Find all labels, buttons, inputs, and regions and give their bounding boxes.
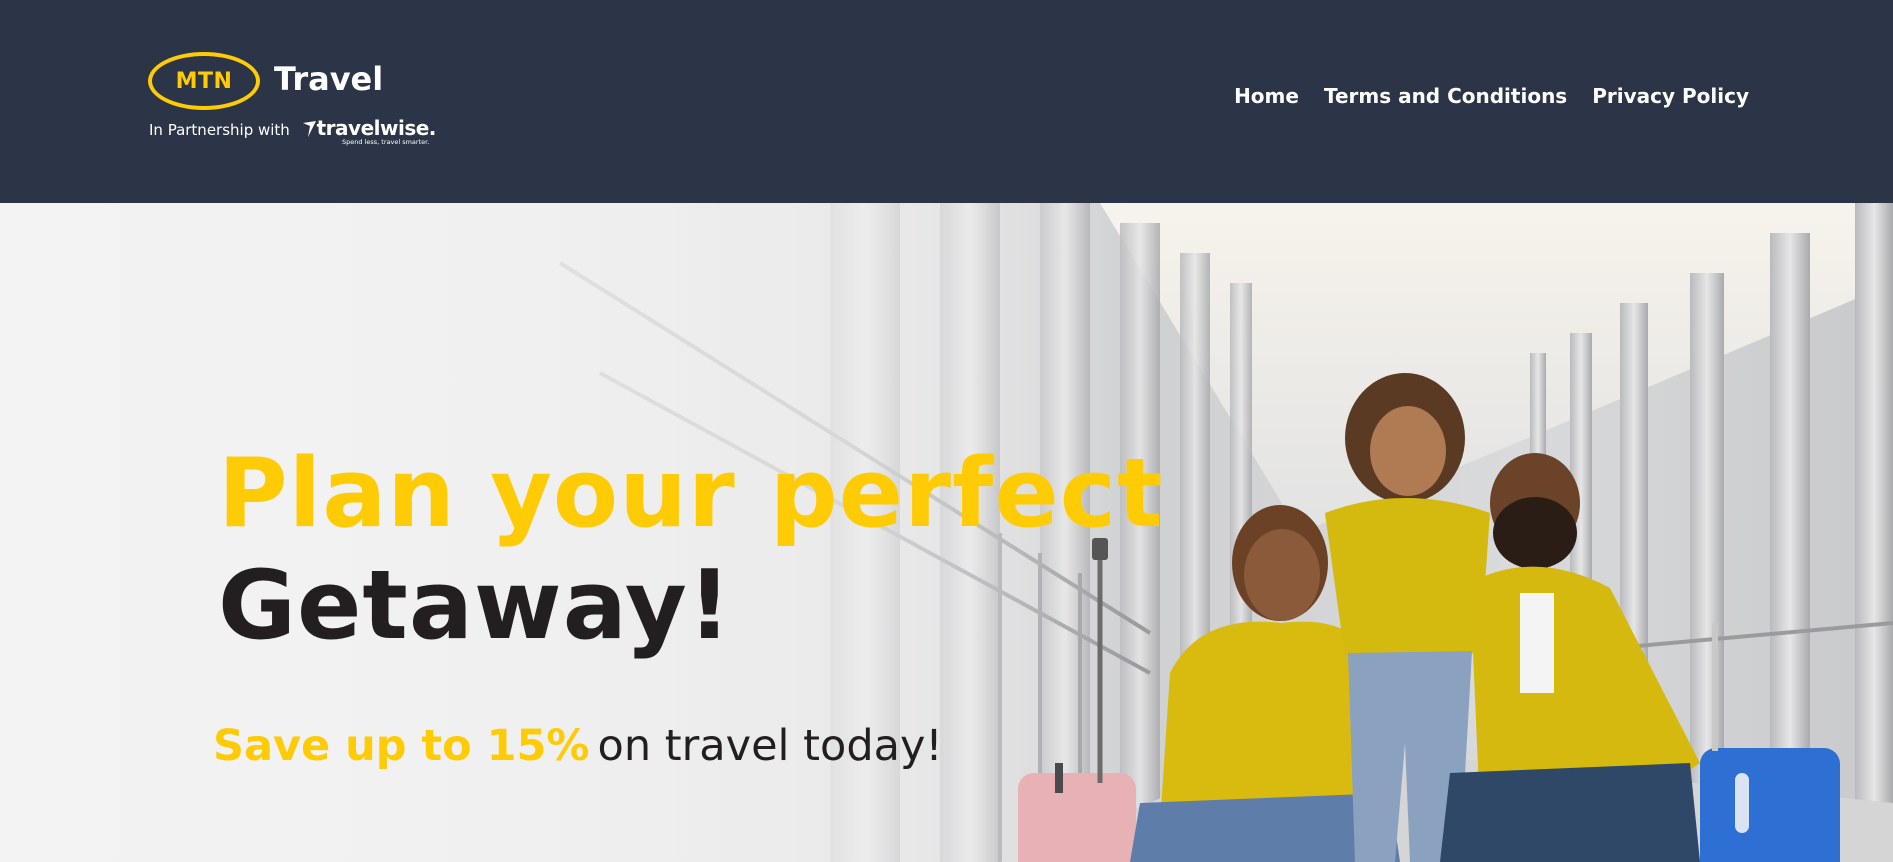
discount-highlight: Save up to 15% [213,721,590,771]
travelwise-tagline: Spend less, travel smarter. [342,138,430,146]
headline-line-1: Plan your perfect [218,439,1164,549]
partnership-line: In Partnership with travelwise. [149,116,436,140]
main-nav: Home Terms and Conditions Privacy Policy [1234,84,1749,108]
logo-product-name: Travel [274,60,384,98]
nav-home[interactable]: Home [1234,84,1299,108]
hero-banner: Plan your perfect Getaway! Save up to 15… [0,203,1893,862]
mtn-travel-logo[interactable]: MTN Travel In Partnership with travelwis… [148,50,436,150]
nav-terms-and-conditions[interactable]: Terms and Conditions [1324,84,1567,108]
travelwise-logo-icon [302,121,316,137]
travelwise-brand: travelwise. [316,116,437,140]
headline-line-2: Getaway! [218,551,733,661]
mtn-logo-icon: MTN [148,52,260,110]
subheadline-rest: on travel today! [597,721,943,771]
site-header: MTN Travel In Partnership with travelwis… [0,0,1893,203]
hero-headline: Plan your perfect Getaway! [218,438,1164,662]
mtn-logo-text: MTN [175,68,233,94]
hero-subheadline: Save up to 15% on travel today! [213,721,943,771]
partnership-text: In Partnership with [149,121,290,139]
nav-privacy-policy[interactable]: Privacy Policy [1592,84,1749,108]
